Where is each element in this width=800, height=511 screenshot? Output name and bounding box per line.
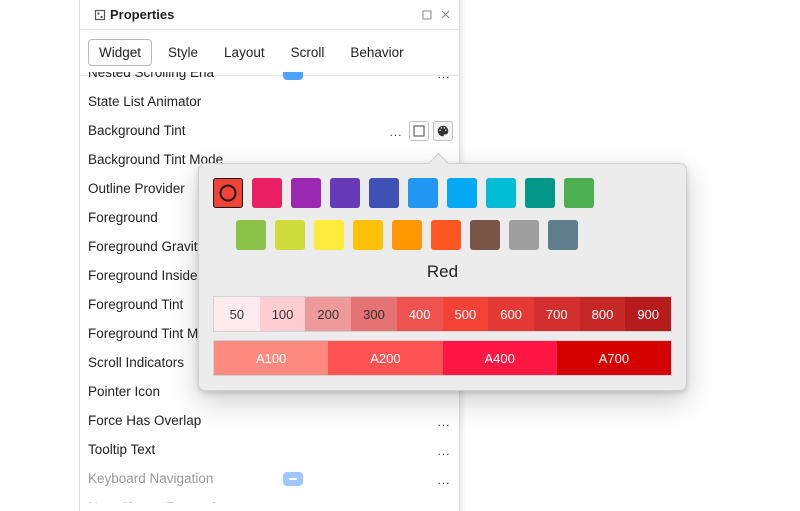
prop-row-background-tint[interactable]: Background Tint ...	[80, 116, 459, 145]
prop-label: Outline Provider	[80, 181, 185, 196]
palette-swatch-deep-orange[interactable]	[431, 220, 461, 250]
shade-500[interactable]: 500	[443, 297, 489, 331]
shade-600[interactable]: 600	[488, 297, 534, 331]
shade-50[interactable]: 50	[214, 297, 260, 331]
prop-label: Nested Scrolling Ena	[80, 72, 214, 80]
palette-swatch-brown[interactable]	[470, 220, 500, 250]
palette-swatch-red[interactable]	[213, 178, 243, 208]
color-picker-popover: Red 50100200300400500600700800900 A100A2…	[198, 163, 687, 391]
panel-title: Properties	[110, 7, 174, 22]
prop-label: Scroll Indicators	[80, 355, 184, 370]
prop-label: Next Cluster Forward	[80, 500, 216, 503]
more-button[interactable]: ...	[435, 411, 453, 431]
toggle-pill[interactable]	[283, 72, 303, 80]
shade-700[interactable]: 700	[534, 297, 580, 331]
palette-swatch-light-blue[interactable]	[447, 178, 477, 208]
palette-row-1	[213, 178, 672, 208]
prop-label: Tooltip Text	[80, 442, 155, 457]
panel-header: Properties	[80, 0, 459, 30]
prop-label: Keyboard Navigation	[80, 471, 213, 486]
panel-icon	[94, 9, 106, 21]
minimize-icon[interactable]	[421, 9, 433, 21]
palette-swatch-orange[interactable]	[392, 220, 422, 250]
shade-800[interactable]: 800	[580, 297, 626, 331]
shade-bar: 50100200300400500600700800900	[213, 296, 672, 332]
accent-A400[interactable]: A400	[443, 341, 557, 375]
swatch-button[interactable]	[409, 121, 429, 141]
more-button[interactable]: ...	[435, 440, 453, 460]
palette-swatch-lime[interactable]	[275, 220, 305, 250]
prop-label: Foreground Tint	[80, 297, 183, 312]
more-button[interactable]: ...	[435, 72, 453, 83]
prop-label: Force Has Overlap	[80, 413, 201, 428]
more-button[interactable]: ...	[435, 469, 453, 489]
shade-100[interactable]: 100	[260, 297, 306, 331]
palette-swatch-indigo[interactable]	[369, 178, 399, 208]
prop-label: Foreground Inside	[80, 268, 198, 283]
shade-200[interactable]: 200	[305, 297, 351, 331]
prop-row-next-cluster-forward[interactable]: Next Cluster Forward	[80, 493, 459, 503]
prop-label: State List Animator	[80, 94, 201, 109]
palette-swatch-green[interactable]	[564, 178, 594, 208]
prop-label: Foreground	[80, 210, 158, 225]
prop-label: Background Tint	[80, 123, 186, 138]
prop-row-state-list-animator[interactable]: State List Animator	[80, 87, 459, 116]
palette-swatch-amber[interactable]	[353, 220, 383, 250]
prop-row-keyboard-navigation[interactable]: Keyboard Navigation ...	[80, 464, 459, 493]
accent-bar: A100A200A400A700	[213, 340, 672, 376]
palette-swatch-blue[interactable]	[408, 178, 438, 208]
palette-swatch-purple[interactable]	[291, 178, 321, 208]
tab-layout[interactable]: Layout	[214, 40, 275, 65]
prop-label: Pointer Icon	[80, 384, 160, 399]
prop-label: Foreground Gravity	[80, 239, 204, 254]
tab-scroll[interactable]: Scroll	[281, 40, 335, 65]
tabs-row: Widget Style Layout Scroll Behavior	[80, 30, 459, 76]
accent-A200[interactable]: A200	[328, 341, 442, 375]
prop-row-tooltip-text[interactable]: Tooltip Text ...	[80, 435, 459, 464]
shade-900[interactable]: 900	[625, 297, 671, 331]
prop-row-force-has-overlap[interactable]: Force Has Overlap ...	[80, 406, 459, 435]
palette-swatch-pink[interactable]	[252, 178, 282, 208]
close-icon[interactable]	[439, 9, 451, 21]
tab-behavior[interactable]: Behavior	[340, 40, 413, 65]
tab-style[interactable]: Style	[158, 40, 208, 65]
shade-300[interactable]: 300	[351, 297, 397, 331]
toggle-pill[interactable]	[283, 472, 303, 486]
tab-widget[interactable]: Widget	[88, 39, 152, 66]
palette-swatch-deep-purple[interactable]	[330, 178, 360, 208]
palette-swatch-teal[interactable]	[525, 178, 555, 208]
accent-A100[interactable]: A100	[214, 341, 328, 375]
color-name-label: Red	[213, 262, 672, 282]
palette-swatch-light-green[interactable]	[236, 220, 266, 250]
accent-A700[interactable]: A700	[557, 341, 671, 375]
palette-row-2	[236, 220, 672, 250]
palette-swatch-grey[interactable]	[509, 220, 539, 250]
palette-swatch-blue-grey[interactable]	[548, 220, 578, 250]
shade-400[interactable]: 400	[397, 297, 443, 331]
more-button[interactable]: ...	[387, 121, 405, 141]
palette-swatch-yellow[interactable]	[314, 220, 344, 250]
palette-swatch-cyan[interactable]	[486, 178, 516, 208]
palette-button[interactable]	[433, 121, 453, 141]
prop-row-nested-scrolling[interactable]: Nested Scrolling Ena ...	[80, 72, 459, 87]
